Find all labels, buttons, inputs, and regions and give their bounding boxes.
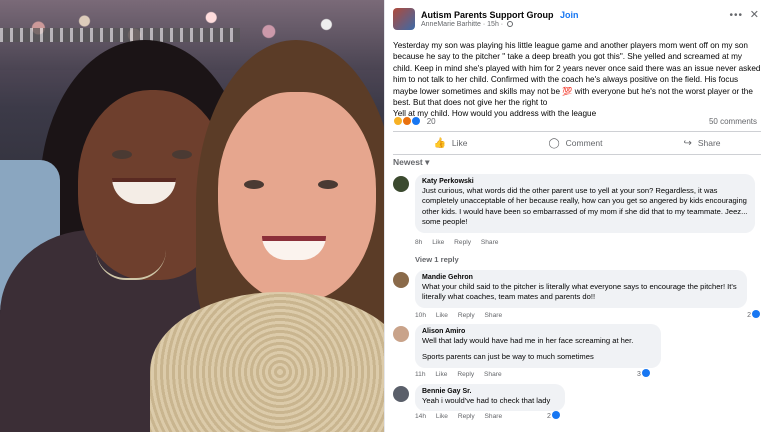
globe-icon bbox=[507, 21, 514, 27]
share-button[interactable]: ↪ Share bbox=[683, 134, 720, 152]
commenter-name[interactable]: Bennie Gay Sr. bbox=[422, 388, 558, 395]
reaction-summary[interactable]: 20 50 comments bbox=[393, 116, 761, 128]
divider bbox=[393, 131, 761, 132]
comment-time[interactable]: 10h bbox=[415, 312, 426, 319]
like-label: Like bbox=[451, 138, 468, 148]
group-name[interactable]: Autism Parents Support Group bbox=[421, 10, 554, 20]
comment-like-link[interactable]: Like bbox=[436, 312, 448, 319]
comment-bubble: Alison Amiro Well that lady would have h… bbox=[415, 324, 661, 368]
comment-like-count: 2 bbox=[747, 310, 760, 319]
more-horizontal-icon[interactable]: ••• bbox=[729, 10, 743, 21]
comment-meta: 11h Like Reply Share bbox=[415, 371, 510, 378]
author-name[interactable]: AnneMarie Barhitte bbox=[421, 21, 481, 28]
comment-like-count: 2 bbox=[547, 411, 560, 420]
like-button[interactable]: 👍 Like bbox=[433, 134, 467, 152]
comment-sort-dropdown[interactable]: Newest ▾ bbox=[393, 157, 429, 168]
join-button[interactable]: Join bbox=[560, 10, 579, 20]
like-count: 2 bbox=[547, 413, 551, 420]
comment-bubble: Mandie Gehron What your child said to th… bbox=[415, 270, 747, 308]
arena-railing bbox=[0, 28, 240, 42]
sort-label: Newest bbox=[393, 157, 423, 167]
comment-like-link[interactable]: Like bbox=[435, 371, 447, 378]
group-name-line: Autism Parents Support Group Join bbox=[421, 10, 579, 20]
post-panel: Autism Parents Support Group Join AnneMa… bbox=[384, 0, 768, 432]
share-icon: ↪ bbox=[683, 137, 692, 149]
comment-share-link[interactable]: Share bbox=[484, 371, 502, 378]
reaction-count[interactable]: 20 bbox=[427, 117, 436, 126]
comment-meta: 14h Like Reply Share bbox=[415, 413, 510, 420]
comment-label: Comment bbox=[565, 138, 603, 148]
comment-meta: 10h Like Reply Share bbox=[415, 312, 510, 319]
comment-like-count: 3 bbox=[637, 369, 650, 378]
like-count: 3 bbox=[637, 371, 641, 378]
comment-like-link[interactable]: Like bbox=[432, 239, 444, 246]
avatar[interactable] bbox=[393, 176, 409, 192]
group-avatar[interactable] bbox=[393, 8, 415, 30]
comment-text: Just curious, what words did the other p… bbox=[422, 186, 748, 227]
comment-share-link[interactable]: Share bbox=[481, 239, 499, 246]
post-body: Yesterday my son was playing his little … bbox=[393, 40, 763, 120]
comment-reply-link[interactable]: Reply bbox=[458, 312, 475, 319]
post-photo[interactable] bbox=[0, 0, 384, 432]
like-reaction-icon bbox=[411, 116, 422, 126]
author-line: AnneMarie Barhitte · 15h · bbox=[421, 21, 514, 28]
comment-time[interactable]: 14h bbox=[415, 413, 426, 420]
post-actions: 👍 Like ◯ Comment ↪ Share bbox=[393, 134, 761, 152]
comment-meta: 8h Like Reply Share bbox=[415, 239, 506, 246]
commenter-name[interactable]: Alison Amiro bbox=[422, 328, 654, 335]
comment-item: Katy Perkowski Just curious, what words … bbox=[393, 174, 755, 244]
left-person-eye bbox=[112, 150, 132, 159]
comment-reply-link[interactable]: Reply bbox=[454, 239, 471, 246]
comment-reply-link[interactable]: Reply bbox=[458, 413, 475, 420]
view-replies-link[interactable]: View 1 reply bbox=[415, 255, 459, 264]
share-label: Share bbox=[697, 138, 721, 148]
comment-count[interactable]: 50 comments bbox=[709, 117, 757, 126]
like-reaction-icon bbox=[641, 369, 650, 377]
comment-button[interactable]: ◯ Comment bbox=[548, 134, 602, 152]
comment-reply-link[interactable]: Reply bbox=[457, 371, 474, 378]
comment-text: Yeah i would've had to check that lady bbox=[422, 396, 551, 405]
right-person-eye bbox=[244, 180, 264, 189]
commenter-name[interactable]: Katy Perkowski bbox=[422, 178, 748, 185]
left-person-eye bbox=[172, 150, 192, 159]
post-time[interactable]: 15h bbox=[487, 21, 499, 28]
chevron-down-icon: ▾ bbox=[425, 157, 430, 167]
close-icon[interactable]: ✕ bbox=[750, 8, 759, 21]
comment-text: Well that lady would have had me in her … bbox=[422, 336, 634, 345]
like-reaction-icon bbox=[551, 411, 560, 419]
comment-item: Mandie Gehron What your child said to th… bbox=[393, 270, 753, 310]
comment-bubble: Bennie Gay Sr. Yeah i would've had to ch… bbox=[415, 384, 565, 412]
comment-text: Sports parents can just be way to much s… bbox=[422, 352, 594, 362]
comment-like-link[interactable]: Like bbox=[436, 413, 448, 420]
post-header: Autism Parents Support Group Join AnneMa… bbox=[393, 8, 761, 34]
avatar[interactable] bbox=[393, 386, 409, 402]
avatar[interactable] bbox=[393, 272, 409, 288]
right-person-face bbox=[218, 92, 376, 302]
comment-text: What your child said to the pitcher is l… bbox=[422, 282, 737, 302]
comment-time[interactable]: 11h bbox=[415, 371, 426, 378]
divider bbox=[393, 154, 761, 155]
thumbs-up-icon: 👍 bbox=[433, 137, 446, 149]
comment-time[interactable]: 8h bbox=[415, 239, 422, 246]
comment-icon: ◯ bbox=[548, 137, 560, 149]
comment-share-link[interactable]: Share bbox=[485, 312, 503, 319]
comment-bubble: Katy Perkowski Just curious, what words … bbox=[415, 174, 755, 233]
avatar[interactable] bbox=[393, 326, 409, 342]
comment-item: Bennie Gay Sr. Yeah i would've had to ch… bbox=[393, 384, 753, 412]
right-person-eye bbox=[318, 180, 338, 189]
post-text: Yesterday my son was playing his little … bbox=[393, 41, 761, 108]
comment-share-link[interactable]: Share bbox=[485, 413, 503, 420]
like-reaction-icon bbox=[752, 310, 760, 318]
commenter-name[interactable]: Mandie Gehron bbox=[422, 274, 740, 281]
like-count: 2 bbox=[747, 312, 751, 319]
comment-item: Alison Amiro Well that lady would have h… bbox=[393, 324, 753, 368]
